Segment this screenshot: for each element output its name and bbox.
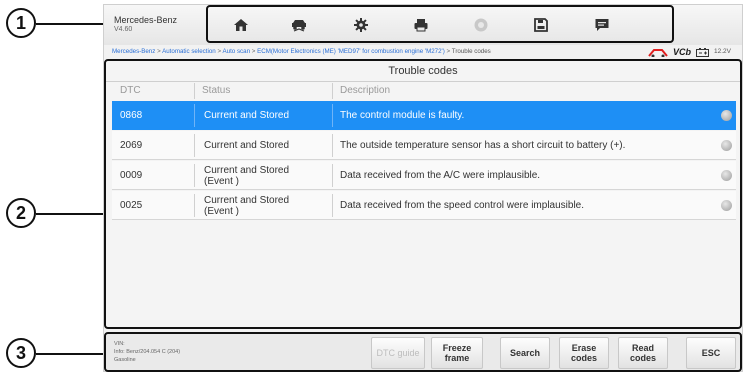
- breadcrumb-current: Trouble codes: [451, 48, 491, 55]
- printer-icon: [414, 19, 428, 32]
- column-header-dtc: DTC: [120, 85, 141, 96]
- table-row[interactable]: 0009 Current and Stored (Event ) Data re…: [112, 161, 736, 190]
- breadcrumb-item[interactable]: Mercedes-Benz: [112, 48, 155, 55]
- cell-divider: [332, 164, 333, 187]
- dtc-description: Data received from the A/C were implausi…: [340, 170, 541, 181]
- dtc-code: 2069: [120, 140, 143, 151]
- print-button[interactable]: [410, 14, 432, 36]
- dtc-guide-button[interactable]: DTC guide: [371, 337, 425, 369]
- info-icon[interactable]: [721, 110, 732, 121]
- home-icon: [234, 19, 248, 31]
- cell-divider: [194, 134, 195, 157]
- breadcrumb-separator: >: [217, 48, 222, 55]
- table-row[interactable]: 0868 Current and Stored The control modu…: [112, 101, 736, 130]
- cell-divider: [194, 104, 195, 127]
- breadcrumb-separator: >: [446, 48, 451, 55]
- search-button[interactable]: Search: [500, 337, 550, 369]
- breadcrumb-separator: >: [157, 48, 161, 55]
- esc-button[interactable]: ESC: [686, 337, 736, 369]
- breadcrumb-separator: >: [251, 48, 256, 55]
- info-icon[interactable]: [721, 170, 732, 181]
- help-icon: [474, 18, 488, 32]
- read-codes-button[interactable]: Read codes: [618, 337, 668, 369]
- help-button[interactable]: [470, 14, 492, 36]
- callout-1: 1: [6, 8, 36, 38]
- breadcrumb: Mercedes-Benz > Automatic selection > Au…: [104, 45, 742, 59]
- table-row[interactable]: 0025 Current and Stored (Event ) Data re…: [112, 191, 736, 220]
- erase-codes-button[interactable]: Erase codes: [559, 337, 609, 369]
- top-bar: Mercedes-Benz V4.60: [104, 5, 742, 45]
- cell-divider: [332, 134, 333, 157]
- table-row[interactable]: 2069 Current and Stored The outside temp…: [112, 131, 736, 160]
- dtc-code: 0009: [120, 170, 143, 181]
- panel-title: Trouble codes: [106, 61, 740, 82]
- dtc-status: Current and Stored: [204, 110, 290, 121]
- callout-3-leader: [36, 353, 104, 355]
- vehicle-engine: Gasoline: [114, 357, 136, 363]
- column-header-description: Description: [340, 85, 391, 96]
- dtc-status: Current and Stored: [204, 140, 290, 151]
- breadcrumb-item[interactable]: ECM(Motor Electronics (ME) 'MED97' for c…: [257, 48, 445, 55]
- cell-divider: [194, 194, 195, 217]
- column-header-status: Status: [202, 85, 231, 96]
- info-icon[interactable]: [721, 140, 732, 151]
- message-button[interactable]: [591, 14, 613, 36]
- cell-divider: [332, 104, 333, 127]
- dtc-code: 0868: [120, 110, 143, 121]
- callout-2-leader: [36, 213, 104, 215]
- settings-button[interactable]: [350, 14, 372, 36]
- device-screen: Mercedes-Benz V4.60 Mercedes-Benz > Auto…: [103, 4, 743, 372]
- dtc-status: Current and Stored (Event ): [204, 194, 290, 217]
- vehicle-connection-icon: [648, 49, 668, 57]
- vehicle-model: Info: Benz/204.054 C (204): [114, 349, 181, 355]
- dtc-description: The outside temperature sensor has a sho…: [340, 140, 626, 151]
- vehicle-swap-icon: [292, 20, 306, 32]
- callout-2: 2: [6, 198, 36, 228]
- breadcrumb-item[interactable]: Automatic selection: [162, 48, 216, 55]
- callout-3: 3: [6, 338, 36, 368]
- dtc-description: Data received from the speed control wer…: [340, 200, 585, 211]
- battery-voltage: 12.2V: [714, 48, 731, 55]
- dtc-description: The control module is faulty.: [340, 110, 465, 121]
- trouble-codes-panel: Trouble codes DTC Status Description 086…: [104, 59, 742, 329]
- toolbar: [206, 5, 674, 43]
- cell-divider: [332, 194, 333, 217]
- save-icon: [534, 18, 548, 32]
- vehicle-vin: VIN:: [114, 341, 125, 347]
- vehicle-swap-button[interactable]: [288, 14, 310, 36]
- cell-divider: [194, 164, 195, 187]
- battery-icon: [696, 48, 709, 57]
- gear-icon: [354, 18, 368, 32]
- function-bar: VIN: Info: Benz/204.054 C (204) Gasoline…: [104, 332, 742, 372]
- vci-label: VCb: [673, 47, 691, 57]
- message-icon: [595, 19, 609, 31]
- info-icon[interactable]: [721, 200, 732, 211]
- column-divider: [332, 83, 333, 99]
- app-name: Mercedes-Benz: [114, 15, 178, 25]
- app-version: V4.60: [114, 26, 133, 33]
- column-divider: [194, 83, 195, 99]
- home-button[interactable]: [230, 14, 252, 36]
- breadcrumb-item[interactable]: Auto scan: [223, 48, 251, 55]
- dtc-status: Current and Stored (Event ): [204, 164, 290, 187]
- freeze-frame-button[interactable]: Freeze frame: [431, 337, 483, 369]
- dtc-code: 0025: [120, 200, 143, 211]
- save-button[interactable]: [530, 14, 552, 36]
